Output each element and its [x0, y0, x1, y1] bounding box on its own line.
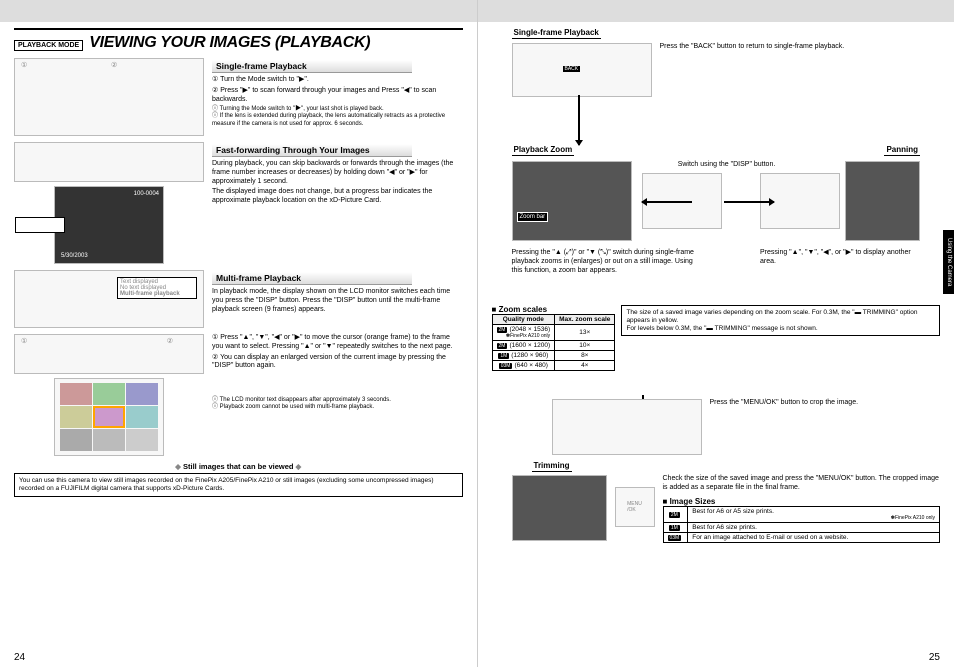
table-row: 2MBest for A6 or A5 size prints.✽FinePix…	[663, 506, 940, 522]
heading-multi-frame: Multi-frame Playback	[212, 272, 412, 285]
illustration-zoom: Zoom bar	[512, 161, 632, 241]
flow-diagram: Playback Zoom Panning Zoom bar Switch us…	[492, 103, 941, 303]
callout-disp-states: Text displayed No text displayed Multi-f…	[117, 277, 197, 299]
sfp-text: Press the "BACK" button to return to sin…	[660, 43, 941, 97]
fast-forward-text: During playback, you can skip backwards …	[212, 160, 463, 206]
page-number: 25	[929, 652, 940, 663]
illustration-pan	[845, 161, 920, 241]
heading-image-sizes: Image Sizes	[663, 497, 941, 506]
heading-single-frame: Single-frame Playback	[212, 60, 412, 73]
page-right: Using the Camera Single-frame Playback B…	[478, 0, 954, 667]
table-row: 1MBest for A6 size prints.	[663, 522, 940, 532]
page-left: PLAYBACK MODE VIEWING YOUR IMAGES (PLAYB…	[0, 0, 478, 667]
note: Playback zoom cannot be used with multi-…	[212, 404, 463, 411]
illustration-back-button: BACK	[512, 43, 652, 97]
mode-badge: PLAYBACK MODE	[14, 40, 83, 51]
table-row: 2M(2048 × 1536)✽FinePix A210 only13×	[492, 325, 615, 341]
zoom-scale-note: The size of a saved image varies dependi…	[621, 305, 940, 336]
page-title: VIEWING YOUR IMAGES (PLAYBACK)	[89, 34, 370, 52]
illustration-disp-toggle: Text displayed No text displayed Multi-f…	[14, 270, 204, 328]
multi-frame-steps: ① Press "▲", "▼", "◀" or "▶" to move the…	[212, 334, 463, 371]
zoom-scales-table: Quality modeMax. zoom scale 2M(2048 × 15…	[492, 314, 616, 371]
heading-trimming: Trimming	[532, 461, 572, 472]
illustration-ok-button: MENU/OK	[615, 487, 655, 527]
trim-text: Check the size of the saved image and pr…	[663, 475, 941, 493]
table-row: 03MFor an image attached to E-mail or us…	[663, 532, 940, 542]
single-frame-text: ① Turn the Mode switch to "▶". ② Press "…	[212, 76, 463, 104]
multi-frame-text: In playback mode, the display shown on t…	[212, 288, 463, 314]
header-bar	[478, 0, 954, 22]
crop-text: Press the "MENU/OK" button to crop the i…	[710, 399, 941, 455]
title-row: PLAYBACK MODE VIEWING YOUR IMAGES (PLAYB…	[14, 34, 463, 52]
heading-playback-zoom: Playback Zoom	[512, 145, 575, 156]
header-bar	[0, 0, 477, 22]
side-tab: Using the Camera	[943, 230, 954, 294]
pan-text: Pressing "▲", "▼", "◀", or "▶" to displa…	[760, 249, 920, 267]
callout-frame-number: Playback frame number	[15, 217, 65, 233]
switch-text: Switch using the "DISP" button.	[642, 161, 812, 170]
table-row: 1M(1280 × 960)8×	[492, 351, 615, 361]
image-sizes-table: 2MBest for A6 or A5 size prints.✽FinePix…	[663, 506, 941, 543]
illustration-dial: ① ②	[14, 58, 204, 136]
still-images-box: You can use this camera to view still im…	[14, 473, 463, 497]
illustration-menu-ok	[552, 399, 702, 455]
page-number: 24	[14, 652, 25, 663]
illustration-lcd: Playback frame number 100-0004 5/30/2003	[54, 186, 164, 264]
note: If the lens is extended during playback,…	[212, 113, 463, 127]
back-label: BACK	[563, 66, 581, 72]
pz-text: Pressing the "▲ (⤢)" or "▼ (⤡)" switch d…	[512, 249, 702, 275]
heading-panning: Panning	[884, 145, 920, 156]
illustration-trimming	[512, 475, 607, 541]
heading-sfp: Single-frame Playback	[512, 28, 601, 39]
table-row: 03M(640 × 480)4×	[492, 361, 615, 371]
heading-zoom-scales: Zoom scales	[492, 305, 616, 314]
illustration-arrows	[14, 142, 204, 182]
table-row: 2M(1600 × 1200)10×	[492, 341, 615, 351]
still-images-heading: Still images that can be viewed	[14, 462, 463, 471]
heading-fast-forward: Fast-forwarding Through Your Images	[212, 144, 412, 157]
illustration-dpad: ① ②	[14, 334, 204, 374]
illustration-grid	[54, 378, 164, 456]
zoom-bar-label: Zoom bar	[517, 212, 549, 222]
